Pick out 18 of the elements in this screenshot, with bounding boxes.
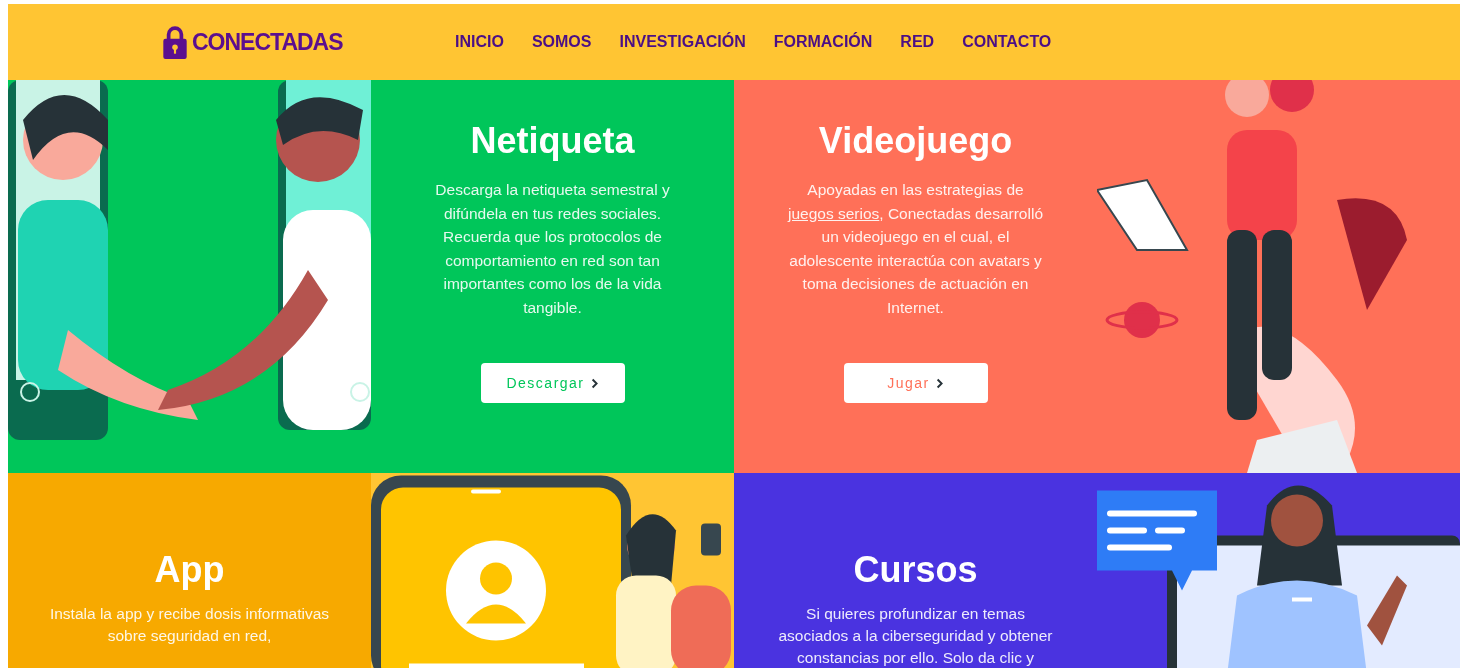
tile-description: Descarga la netiqueta semestral y difúndela en tus redes sociales. Recuerda que los protocolos de comportamiento en red son tan importantes como los de la vida tangible.	[434, 180, 671, 318]
nav-link[interactable]: FORMACIÓN	[773, 30, 873, 54]
tile-description: Apoyadas en las estrategias de juegos serios, Conectadas desarrolló un videojuego en el cual, el adolescente interactúa con avatars y toma decisiones de actuación en Internet.	[786, 180, 1044, 318]
nav-link[interactable]: RED	[900, 30, 935, 54]
tile-title: Cursos	[853, 549, 978, 591]
chevron-right-icon	[935, 377, 944, 389]
nav-link[interactable]: SOMOS	[531, 30, 592, 54]
padlock-icon	[162, 25, 188, 59]
chevron-right-icon	[590, 377, 599, 389]
tile-title: App	[154, 549, 225, 591]
tile-description: Instala la app y recibe dosis informativas sobre seguridad en red,	[48, 604, 331, 646]
tile-title: Netiqueta	[470, 120, 635, 162]
tile-description: Si quieres profundizar en temas asociados a la ciberseguridad y obtener constancias por ello. Solo da clic y	[777, 604, 1054, 668]
tile-title: Videojuego	[818, 120, 1013, 162]
nav-link[interactable]: INICIO	[455, 30, 504, 54]
nav-link[interactable]: INVESTIGACIÓN	[619, 30, 746, 54]
logo-text[interactable]: CONECTADAS	[192, 24, 343, 60]
nav-link[interactable]: CONTACTO	[962, 30, 1052, 54]
